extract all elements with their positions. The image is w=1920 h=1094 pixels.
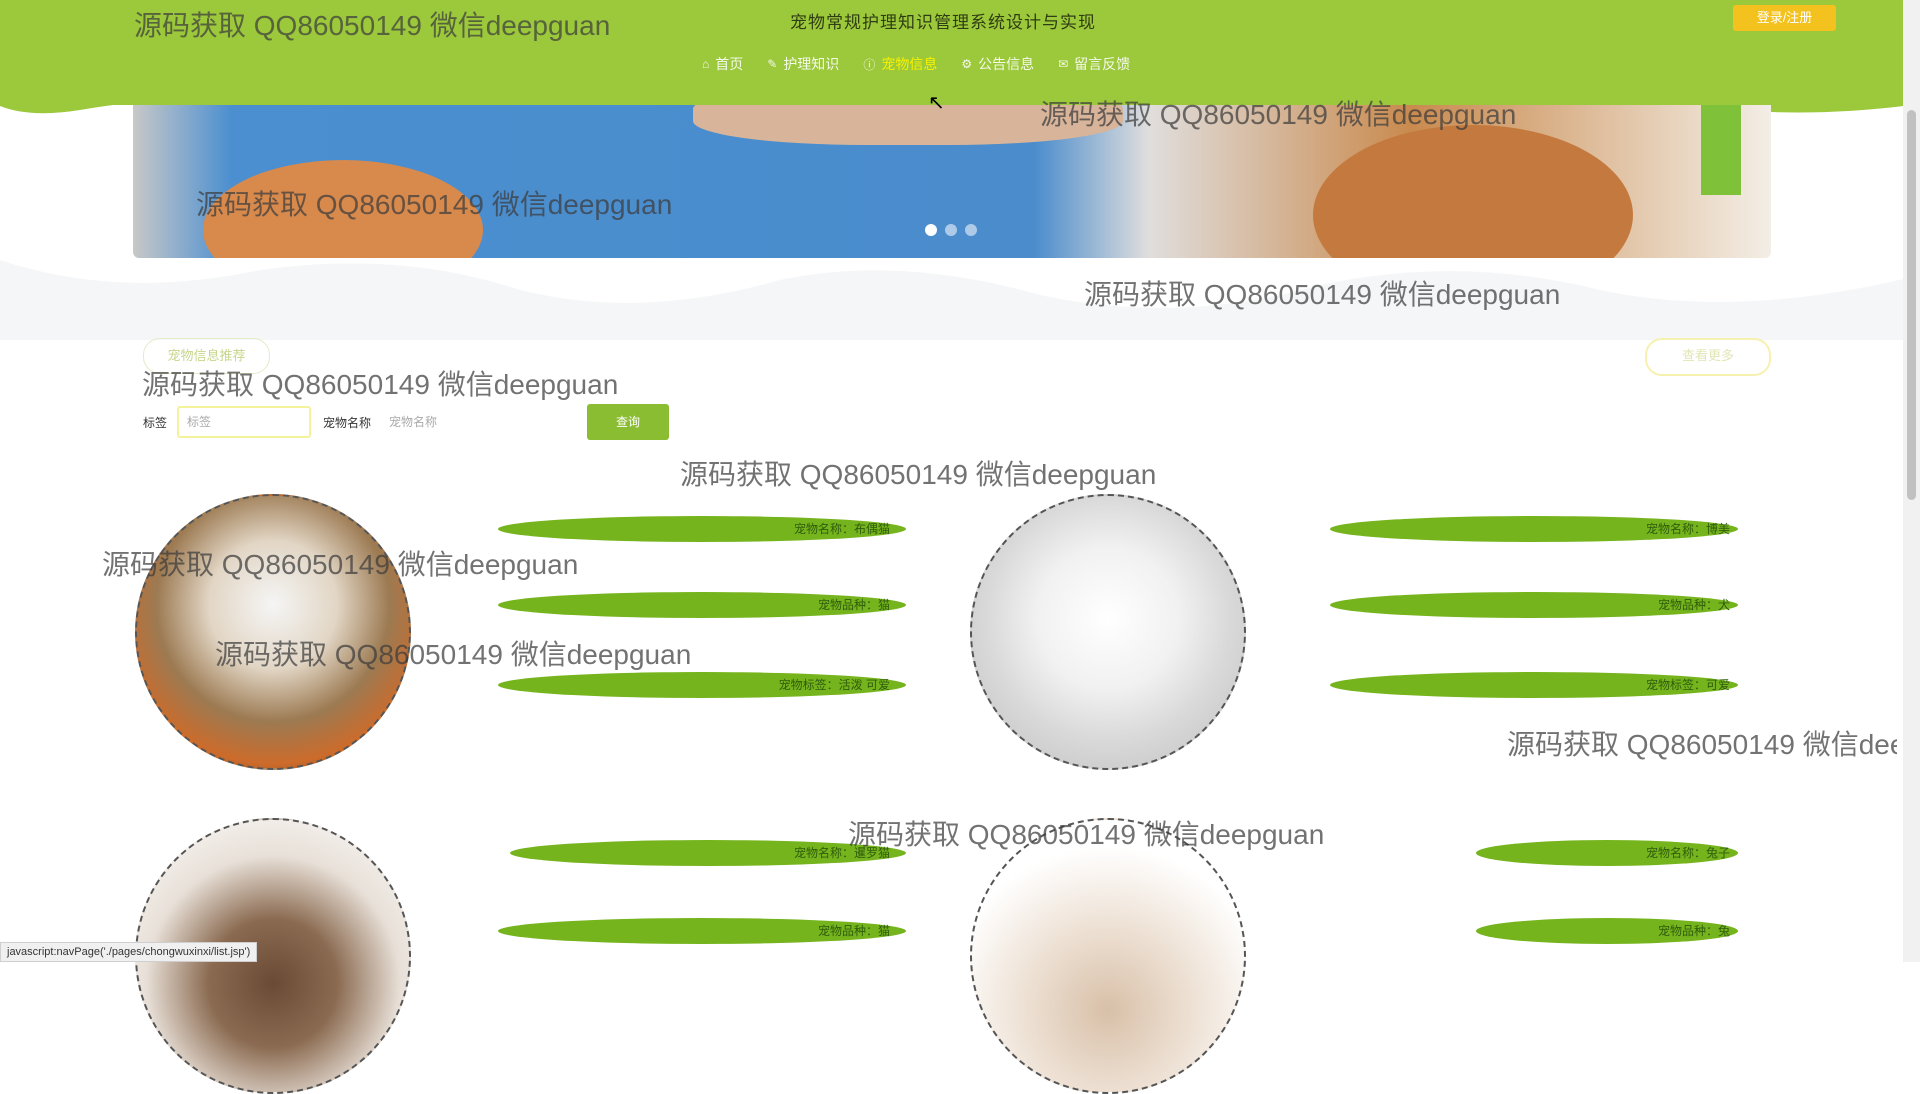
pet-breed-text: 宠物品种：犬 [1657, 598, 1730, 612]
site-title: 宠物常规护理知识管理系统设计与实现 [790, 13, 1096, 32]
nav-home-label: 首页 [715, 56, 744, 72]
watermark: 源码获取 QQ86050149 微信deepguan [215, 639, 692, 670]
watermark: 源码获取 QQ86050149 微信deepguan [680, 459, 1157, 490]
pet-breed-text: 宠物品种：兔 [1657, 924, 1730, 938]
watermark: 源码获取 QQ86050149 微信deepguan [102, 549, 579, 580]
cloud-decoration [0, 260, 1920, 340]
browser-status-bar: javascript:navPage('./pages/chongwuxinxi… [0, 942, 258, 962]
watermark: 源码获取 QQ86050149 微信deepguan [196, 189, 673, 220]
banner-carousel[interactable] [133, 105, 1771, 258]
watermark: 源码获取 QQ86050149 微信deepguan [134, 10, 611, 41]
nav-knowledge-label: 护理知识 [783, 56, 840, 72]
carousel-dots [925, 224, 977, 236]
pet-name-input[interactable]: 宠物名称 [381, 406, 571, 438]
nav-notice-label: 公告信息 [978, 56, 1035, 72]
watermark: 源码获取 QQ86050149 微信deepguan [1040, 99, 1517, 130]
pet-tag-text: 宠物标签：可爱 [1645, 678, 1730, 692]
tag-input[interactable]: 标签 [177, 406, 312, 438]
tag-label: 标签 [143, 415, 168, 430]
nav-message-label: 留言反馈 [1074, 56, 1131, 72]
scrollbar-thumb[interactable] [1907, 110, 1916, 500]
watermark: 源码获取 QQ86050149 微信deepguan [1084, 279, 1561, 310]
pet-name-text: 宠物名称：兔子 [1645, 846, 1730, 860]
notice-icon: ⚙ [961, 57, 973, 71]
nav-home[interactable]: ⌂ 首页 [700, 52, 745, 76]
view-more-button[interactable]: 查看更多 [1645, 338, 1771, 376]
carousel-dot[interactable] [945, 224, 957, 236]
pet-name-text: 宠物名称：布偶猫 [793, 522, 890, 536]
home-icon: ⌂ [702, 57, 710, 71]
banner-shape [1701, 105, 1741, 195]
pet-name-label: 宠物名称 [323, 415, 372, 430]
watermark: 源码获取 QQ86050149 微信deepguan [1507, 729, 1897, 760]
pet-image[interactable] [135, 494, 411, 770]
pet-image[interactable] [970, 818, 1246, 1094]
main-nav: ⌂ 首页 ✎ 护理知识 ⓘ 宠物信息 ⚙ 公告信息 ✉ 留言反馈 [700, 50, 1132, 78]
mouse-cursor-icon: ↖ [928, 92, 945, 114]
watermark: 源码获取 QQ86050149 微信deepguan [142, 369, 619, 400]
banner-shape [1313, 125, 1633, 258]
pet-breed-text: 宠物品种：猫 [817, 924, 890, 938]
carousel-dot[interactable] [925, 224, 937, 236]
nav-notice[interactable]: ⚙ 公告信息 [959, 52, 1036, 76]
nav-pet-info-label: 宠物信息 [881, 56, 938, 72]
page-scrollbar[interactable] [1903, 0, 1920, 962]
pet-name-text: 宠物名称：博美 [1645, 522, 1730, 536]
carousel-dot[interactable] [965, 224, 977, 236]
info-icon: ⓘ [863, 57, 876, 72]
pet-tag-text: 宠物标签：活泼 可爱 [778, 678, 890, 692]
pet-breed-text: 宠物品种：猫 [817, 598, 890, 612]
message-icon: ✉ [1058, 57, 1069, 71]
nav-pet-info[interactable]: ⓘ 宠物信息 [861, 52, 939, 76]
pet-image[interactable] [970, 494, 1246, 770]
nav-knowledge[interactable]: ✎ 护理知识 [765, 52, 841, 76]
knowledge-icon: ✎ [767, 57, 778, 71]
login-register-button[interactable]: 登录/注册 [1733, 5, 1836, 31]
nav-message[interactable]: ✉ 留言反馈 [1056, 52, 1132, 76]
search-bar: 标签 标签 宠物名称 宠物名称 查询 [143, 404, 670, 440]
watermark: 源码获取 QQ86050149 微信deepguan [848, 819, 1325, 850]
search-button[interactable]: 查询 [587, 404, 670, 440]
